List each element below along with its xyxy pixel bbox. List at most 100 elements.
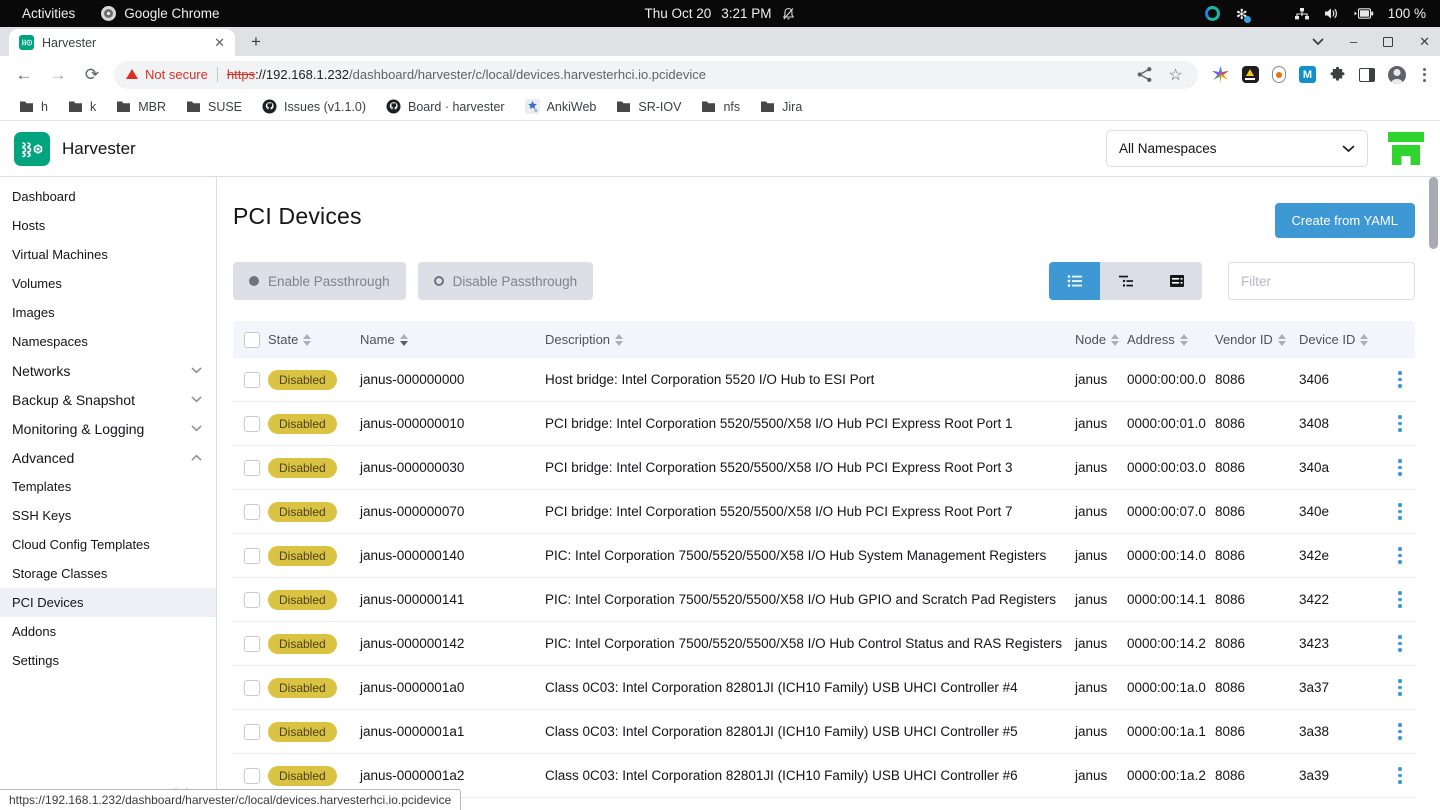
bookmark-item[interactable]: nfs [692,97,749,117]
activities-button[interactable]: Activities [22,6,75,21]
table-row[interactable]: Disabled janus-000000010 PCI bridge: Int… [233,402,1415,446]
create-from-yaml-button[interactable]: Create from YAML [1275,203,1415,238]
bookmark-item[interactable]: SUSE [177,97,251,117]
row-checkbox[interactable] [244,592,260,608]
row-checkbox[interactable] [244,416,260,432]
rancher-app-icon[interactable] [1388,132,1424,165]
row-actions-menu-icon[interactable] [1385,719,1415,744]
disable-passthrough-button[interactable]: Disable Passthrough [418,262,594,300]
new-tab-button[interactable]: + [243,29,269,55]
table-row[interactable]: Disabled janus-000000140 PIC: Intel Corp… [233,534,1415,578]
sidebar-item-networks[interactable]: Networks [0,356,216,385]
view-grouped-button[interactable] [1100,262,1151,300]
column-header-vendor-id[interactable]: Vendor ID [1215,332,1299,347]
focused-app-indicator[interactable]: Google Chrome [101,6,219,21]
filter-input[interactable] [1228,262,1415,300]
sidebar-item-volumes[interactable]: Volumes [0,269,216,298]
bookmark-item[interactable]: AnkiWeb [516,96,606,117]
forward-button[interactable]: → [46,65,70,85]
extension-m-icon[interactable]: M [1299,66,1316,83]
row-checkbox[interactable] [244,504,260,520]
bookmark-item[interactable]: k [59,97,105,117]
namespace-select[interactable]: All Namespaces [1106,130,1368,167]
column-header-address[interactable]: Address [1127,332,1215,347]
back-button[interactable]: ← [12,65,36,85]
sidebar-item-storage-classes[interactable]: Storage Classes [0,559,216,588]
row-checkbox[interactable] [244,548,260,564]
extension-oval-icon[interactable] [1272,66,1286,83]
sidebar-item-advanced[interactable]: Advanced [0,443,216,472]
side-panel-icon[interactable] [1359,68,1375,82]
column-header-state[interactable]: State [268,332,360,347]
row-actions-menu-icon[interactable] [1385,411,1415,436]
extension-dark-icon[interactable] [1242,66,1259,83]
app-indicator-snowflake-icon[interactable]: ✻ [1234,6,1250,22]
row-checkbox[interactable] [244,372,260,388]
not-secure-label[interactable]: Not secure [145,67,208,82]
share-icon[interactable] [1136,66,1153,83]
harvester-logo[interactable] [14,132,50,166]
column-header-device-id[interactable]: Device ID [1299,332,1385,347]
row-checkbox[interactable] [244,768,260,784]
row-actions-menu-icon[interactable] [1385,763,1415,788]
sidebar-item-templates[interactable]: Templates [0,472,216,501]
sidebar-item-namespaces[interactable]: Namespaces [0,327,216,356]
bookmark-item[interactable]: MBR [107,97,175,117]
row-actions-menu-icon[interactable] [1385,587,1415,612]
browser-tab-harvester[interactable]: Harvester ✕ [9,29,235,56]
window-close-button[interactable]: ✕ [1419,35,1430,48]
bookmark-item[interactable]: h [10,97,57,117]
row-checkbox[interactable] [244,636,260,652]
table-row[interactable]: Disabled janus-000000142 PIC: Intel Corp… [233,622,1415,666]
row-actions-menu-icon[interactable] [1385,367,1415,392]
table-row[interactable]: Disabled janus-0000001a0 Class 0C03: Int… [233,666,1415,710]
table-row[interactable]: Disabled janus-000000070 PCI bridge: Int… [233,490,1415,534]
view-list-button[interactable] [1049,262,1100,300]
enable-passthrough-button[interactable]: Enable Passthrough [233,262,406,300]
sidebar-item-backup-snapshot[interactable]: Backup & Snapshot [0,385,216,414]
row-checkbox[interactable] [244,680,260,696]
table-row[interactable]: Disabled janus-000000141 PIC: Intel Corp… [233,578,1415,622]
sidebar-item-ssh-keys[interactable]: SSH Keys [0,501,216,530]
battery-icon[interactable] [1353,8,1374,19]
bookmark-item[interactable]: Board · harvester [377,96,514,117]
view-table-button[interactable] [1151,262,1202,300]
profile-avatar[interactable] [1388,66,1406,84]
scrollbar-thumb[interactable] [1429,177,1438,249]
bookmark-star-icon[interactable]: ☆ [1167,66,1184,83]
reload-button[interactable]: ⟳ [80,65,104,85]
select-all-checkbox[interactable] [244,332,260,348]
row-checkbox[interactable] [244,460,260,476]
sidebar-item-cloud-config-templates[interactable]: Cloud Config Templates [0,530,216,559]
volume-icon[interactable] [1324,7,1339,20]
sidebar-item-addons[interactable]: Addons [0,617,216,646]
sidebar-item-settings[interactable]: Settings [0,646,216,675]
wired-network-icon[interactable] [1294,7,1310,21]
tab-search-chevron-icon[interactable] [1312,38,1324,46]
window-minimize-button[interactable]: – [1350,35,1357,48]
row-checkbox[interactable] [244,724,260,740]
sidebar-item-virtual-machines[interactable]: Virtual Machines [0,240,216,269]
extension-colorful-icon[interactable] [1212,66,1229,83]
table-row[interactable]: Disabled janus-000000000 Host bridge: In… [233,358,1415,402]
clock[interactable]: Thu Oct 20 3:21 PM [644,6,795,21]
bookmark-item[interactable]: SR-IOV [607,97,690,117]
row-actions-menu-icon[interactable] [1385,631,1415,656]
row-actions-menu-icon[interactable] [1385,543,1415,568]
column-header-description[interactable]: Description [545,332,1075,347]
address-bar[interactable]: Not secure https ://192.168.1.232 /dashb… [114,61,1198,89]
column-header-name[interactable]: Name [360,332,545,347]
sidebar-item-hosts[interactable]: Hosts [0,211,216,240]
table-row[interactable]: Disabled janus-0000001a1 Class 0C03: Int… [233,710,1415,754]
window-restore-button[interactable] [1383,37,1393,47]
sidebar-item-pci-devices[interactable]: PCI Devices [0,588,216,617]
row-actions-menu-icon[interactable] [1385,455,1415,480]
extensions-puzzle-icon[interactable] [1329,66,1346,83]
browser-menu-icon[interactable] [1419,66,1430,84]
sidebar-item-dashboard[interactable]: Dashboard [0,182,216,211]
table-row[interactable]: Disabled janus-000000030 PCI bridge: Int… [233,446,1415,490]
tab-close-button[interactable]: ✕ [214,35,225,51]
bookmark-item[interactable]: Jira [751,97,811,117]
app-indicator-ring-icon[interactable] [1205,6,1220,21]
sidebar-item-images[interactable]: Images [0,298,216,327]
